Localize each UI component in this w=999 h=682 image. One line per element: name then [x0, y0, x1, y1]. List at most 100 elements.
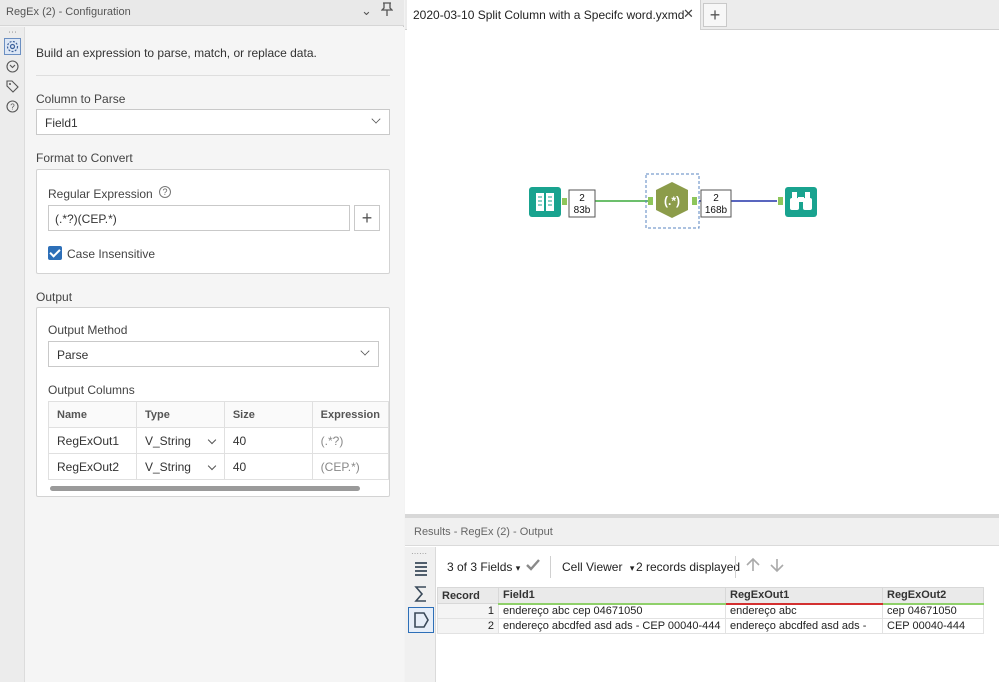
- chevron-down-icon: [207, 461, 217, 470]
- chevron-down-icon: ▾: [629, 563, 635, 573]
- toolbar-divider: [550, 556, 551, 578]
- pin-icon[interactable]: [380, 2, 394, 19]
- output-anchor: [562, 198, 567, 205]
- chevron-down-icon: ▾: [515, 563, 521, 573]
- input-anchor: [648, 197, 653, 205]
- col-header-name: Name: [48, 401, 137, 428]
- results-title: Results - RegEx (2) - Output: [414, 526, 553, 538]
- fields-selector[interactable]: 3 of 3 Fields ▾: [447, 560, 520, 574]
- chevron-down-icon: [371, 114, 381, 124]
- output-method-value: Parse: [57, 348, 89, 362]
- fields-label: 3 of 3 Fields: [447, 560, 513, 574]
- horizontal-scrollbar[interactable]: [50, 486, 360, 491]
- regex-help-icon[interactable]: ?: [159, 186, 171, 198]
- tag-icon[interactable]: [4, 78, 21, 95]
- chevron-down-icon: [207, 435, 217, 444]
- table-row[interactable]: RegExOut2 V_String 40 (CEP.*): [48, 453, 390, 480]
- apply-check-icon[interactable]: [525, 558, 541, 575]
- results-side-rail: ⋯⋯: [405, 547, 436, 682]
- table-row[interactable]: 1 endereço abc cep 04671050 endereço abc…: [437, 603, 984, 619]
- field1-cell[interactable]: endereço abcdfed asd ads - CEP 00040-444: [498, 618, 726, 634]
- data-view-icon[interactable]: [412, 559, 430, 577]
- help-icon[interactable]: ?: [4, 98, 21, 115]
- output-method-select[interactable]: Parse: [48, 341, 379, 367]
- col-size-cell[interactable]: 40: [223, 453, 313, 480]
- col-expression-cell: (.*?): [311, 427, 390, 454]
- regex-input[interactable]: (.*?)(CEP.*): [48, 205, 350, 231]
- regex-value: (.*?)(CEP.*): [55, 212, 117, 226]
- annotation-icon[interactable]: [4, 58, 21, 75]
- tab-workflow[interactable]: 2020-03-10 Split Column with a Specifc w…: [407, 0, 701, 30]
- toolbar-divider: [735, 556, 736, 578]
- table-row[interactable]: RegExOut1 V_String 40 (.*?): [48, 427, 390, 454]
- add-token-button[interactable]: +: [354, 205, 380, 231]
- col-size-cell[interactable]: 40: [223, 427, 313, 454]
- header-field1[interactable]: Field1: [498, 587, 726, 605]
- collapse-chevron-icon[interactable]: ⌄: [361, 3, 372, 19]
- cell-viewer-label: Cell Viewer: [562, 560, 623, 574]
- conn2-count: 2: [713, 193, 719, 204]
- rail-grip-icon: ⋯: [8, 27, 18, 37]
- table-row[interactable]: 2 endereço abcdfed asd ads - CEP 00040-4…: [437, 618, 984, 634]
- col-header-size: Size: [223, 401, 313, 428]
- configuration-panel: RegEx (2) - Configuration ⌄ ⋯ ? Build an…: [0, 0, 404, 682]
- regexout2-cell[interactable]: CEP 00040-444: [882, 618, 984, 634]
- tag-view-icon[interactable]: [408, 607, 434, 633]
- field1-cell[interactable]: endereço abc cep 04671050: [498, 603, 726, 619]
- regex-tool-label: (.*): [664, 194, 680, 208]
- record-number-cell: 2: [437, 618, 499, 634]
- output-columns-label: Output Columns: [48, 383, 135, 397]
- tool-description: Build an expression to parse, match, or …: [36, 46, 317, 60]
- config-title: RegEx (2) - Configuration: [6, 6, 131, 18]
- results-title-bar: Results - RegEx (2) - Output: [405, 518, 999, 546]
- output-anchor: [692, 197, 697, 205]
- svg-text:?: ?: [10, 103, 15, 112]
- regexout2-cell[interactable]: cep 04671050: [882, 603, 984, 619]
- regexout1-cell[interactable]: endereço abcdfed asd ads -: [725, 618, 883, 634]
- regexout1-cell[interactable]: endereço abc: [725, 603, 883, 619]
- conn1-count: 2: [579, 193, 585, 204]
- col-header-expression: Expression: [311, 401, 390, 428]
- output-box: Output Method Parse Output Columns Name …: [36, 307, 390, 497]
- format-to-convert-label: Format to Convert: [36, 151, 133, 165]
- column-to-parse-value: Field1: [45, 116, 78, 130]
- config-title-bar: RegEx (2) - Configuration ⌄: [0, 0, 404, 26]
- arrow-down-icon[interactable]: [769, 557, 785, 576]
- chevron-down-icon: [360, 346, 370, 356]
- settings-gear-icon[interactable]: [4, 38, 21, 55]
- col-type-cell[interactable]: V_String: [135, 453, 225, 480]
- column-to-parse-label: Column to Parse: [36, 92, 126, 106]
- col-name-cell[interactable]: RegExOut1: [48, 427, 137, 454]
- results-grid: Record Field1 RegExOut1 RegExOut2 1 ende…: [437, 587, 984, 634]
- column-to-parse-select[interactable]: Field1: [36, 109, 390, 135]
- config-body: Build an expression to parse, match, or …: [26, 27, 404, 682]
- browse-binoculars-icon[interactable]: [785, 187, 817, 217]
- col-type-value: V_String: [144, 433, 191, 448]
- col-type-value: V_String: [144, 459, 191, 474]
- regex-tool[interactable]: (.*): [656, 182, 688, 218]
- close-icon[interactable]: ✕: [683, 6, 694, 22]
- header-regexout1[interactable]: RegExOut1: [725, 587, 883, 605]
- case-insensitive-label: Case Insensitive: [67, 247, 156, 261]
- cell-viewer-dropdown[interactable]: Cell Viewer ▾: [562, 560, 634, 574]
- tab-bar: 2020-03-10 Split Column with a Specifc w…: [405, 0, 999, 30]
- col-type-cell[interactable]: V_String: [135, 427, 225, 454]
- col-name-cell[interactable]: RegExOut2: [48, 453, 137, 480]
- col-expression-cell: (CEP.*): [311, 453, 390, 480]
- arrow-up-icon[interactable]: [745, 557, 761, 576]
- header-record[interactable]: Record: [437, 587, 499, 604]
- regex-label: Regular Expression: [48, 187, 153, 201]
- output-method-label: Output Method: [48, 323, 128, 337]
- new-tab-button[interactable]: +: [703, 3, 727, 27]
- input-anchor: [778, 197, 783, 205]
- input-data-tool[interactable]: [529, 187, 561, 217]
- rail-grip-icon: ⋯⋯: [411, 549, 427, 558]
- conn1-size: 83b: [574, 205, 591, 216]
- case-insensitive-checkbox[interactable]: [48, 246, 62, 260]
- header-regexout2[interactable]: RegExOut2: [882, 587, 984, 605]
- workflow-canvas[interactable]: 2020-03-10 Split Column with a Specifc w…: [405, 0, 999, 514]
- results-panel: Results - RegEx (2) - Output ⋯⋯ 3 of 3 F…: [405, 518, 999, 682]
- metadata-sigma-icon[interactable]: [412, 585, 430, 603]
- record-number-cell: 1: [437, 603, 499, 619]
- format-box: Regular Expression ? (.*?)(CEP.*) + Case…: [36, 169, 390, 274]
